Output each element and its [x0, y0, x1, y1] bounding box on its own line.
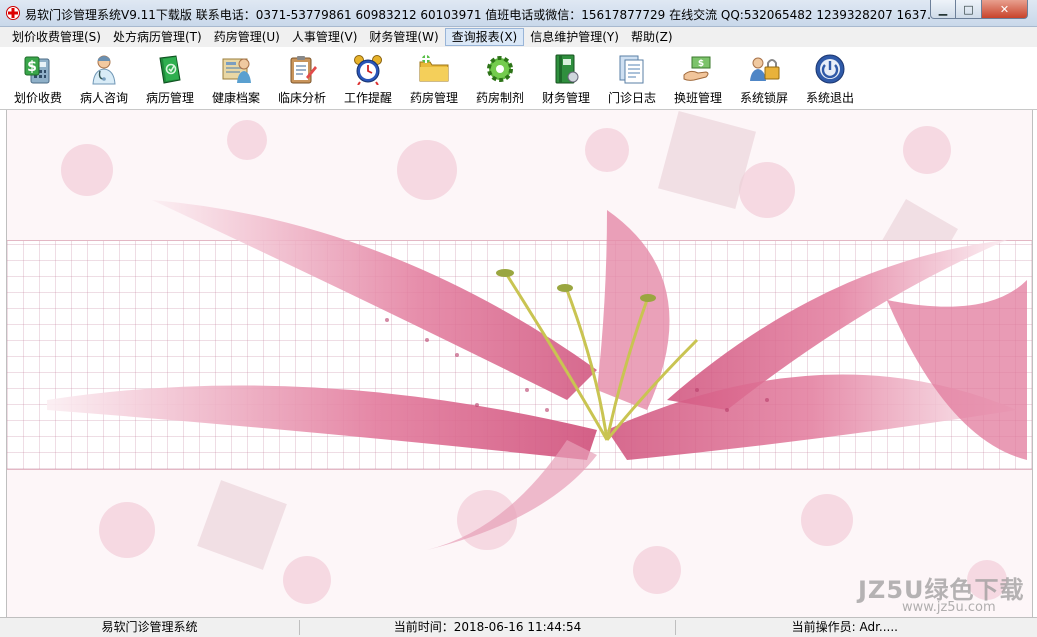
toolbar-label: 系统锁屏: [739, 91, 788, 105]
toolbar-button-lock-screen[interactable]: 系统锁屏: [731, 51, 797, 106]
toolbar-label: 财务管理: [541, 91, 590, 105]
lily-flower-image: [47, 200, 1027, 550]
window-controls: ▁ □ ✕: [930, 0, 1032, 20]
menu-prescription-records[interactable]: 处方病历管理(T): [107, 28, 208, 46]
menu-personnel[interactable]: 人事管理(V): [286, 28, 364, 46]
menu-help[interactable]: 帮助(Z): [625, 28, 679, 46]
health-file-icon: [222, 58, 251, 83]
toolbar-button-work-reminder[interactable]: 工作提醒: [335, 51, 401, 106]
maximize-button[interactable]: □: [956, 0, 982, 19]
toolbar-label: 临床分析: [277, 91, 326, 105]
toolbar-button-exit[interactable]: 系统退出: [797, 51, 863, 106]
menu-pharmacy[interactable]: 药房管理(U): [208, 28, 286, 46]
toolbar-button-finance[interactable]: 财务管理: [533, 51, 599, 106]
toolbar-label: 系统退出: [805, 91, 854, 105]
doctor-icon: [92, 55, 116, 85]
pharmacy-folder-icon: [419, 55, 449, 82]
toolbar-label: 工作提醒: [343, 91, 392, 105]
menu-pricing-charges[interactable]: 划价收费管理(S): [6, 28, 107, 46]
clinical-analysis-icon: [290, 56, 317, 84]
toolbar-button-pharmacy-preparation[interactable]: 药房制剂: [467, 51, 533, 106]
main-workspace: [6, 110, 1033, 617]
status-operator: 当前操作员: Adr.....: [791, 620, 898, 634]
toolbar-label: 药房制剂: [475, 91, 524, 105]
toolbar-button-clinical-analysis[interactable]: 临床分析: [269, 51, 335, 106]
toolbar-button-pricing[interactable]: $ 划价收费: [5, 51, 71, 106]
menu-query-reports[interactable]: 查询报表(X): [444, 28, 525, 46]
finance-book-icon: [555, 54, 579, 84]
lock-screen-icon: [750, 57, 780, 81]
svg-text:$: $: [698, 59, 704, 69]
toolbar-label: 健康档案: [211, 91, 260, 105]
medical-record-icon: [159, 55, 181, 84]
toolbar-label: 病历管理: [145, 91, 194, 105]
toolbar-label: 门诊日志: [607, 91, 656, 105]
toolbar-button-outpatient-log[interactable]: 门诊日志: [599, 51, 665, 106]
svg-text:$: $: [27, 59, 37, 75]
green-gear-icon: [487, 56, 513, 82]
toolbar-button-health-records[interactable]: 健康档案: [203, 51, 269, 106]
window-title: 易软门诊管理系统V9.11下载版 联系电话：0371-53779861 6098…: [25, 8, 930, 22]
cash-calculator-icon: $: [24, 56, 50, 84]
red-cross-app-icon: [6, 6, 20, 20]
toolbar-label: 病人咨询: [79, 91, 128, 105]
power-exit-icon: [815, 54, 845, 84]
menu-finance[interactable]: 财务管理(W): [363, 28, 444, 46]
toolbar-label: 药房管理: [409, 91, 458, 105]
status-bar: 易软门诊管理系统 当前时间：2018-06-16 11:44:54 当前操作员:…: [0, 617, 1037, 637]
close-button[interactable]: ✕: [982, 0, 1028, 19]
log-document-icon: [619, 55, 644, 84]
title-bar: 易软门诊管理系统V9.11下载版 联系电话：0371-53779861 6098…: [0, 0, 1037, 27]
watermark-url: www.jz5u.com: [902, 600, 996, 615]
status-current-time: 当前时间：2018-06-16 11:44:54: [300, 620, 676, 635]
minimize-button[interactable]: ▁: [930, 0, 956, 19]
toolbar-button-patient-consult[interactable]: 病人咨询: [71, 51, 137, 106]
shift-handover-icon: $: [683, 56, 711, 81]
alarm-clock-icon: [354, 55, 382, 85]
toolbar-label: 换班管理: [673, 91, 722, 105]
menu-info-maintenance[interactable]: 信息维护管理(Y): [524, 28, 625, 46]
menu-bar: 划价收费管理(S) 处方病历管理(T) 药房管理(U) 人事管理(V) 财务管理…: [0, 27, 1037, 47]
toolbar-label: 划价收费: [13, 91, 62, 105]
toolbar-button-medical-records[interactable]: 病历管理: [137, 51, 203, 106]
toolbar-button-shift-handover[interactable]: $ 换班管理: [665, 51, 731, 106]
toolbar-button-pharmacy[interactable]: 药房管理: [401, 51, 467, 106]
toolbar: $ 划价收费 病人咨询 病历管理 健康档案 临床分析 工作提醒 药房管理 药房制…: [0, 47, 1037, 110]
status-system-name: 易软门诊管理系统: [0, 620, 300, 635]
